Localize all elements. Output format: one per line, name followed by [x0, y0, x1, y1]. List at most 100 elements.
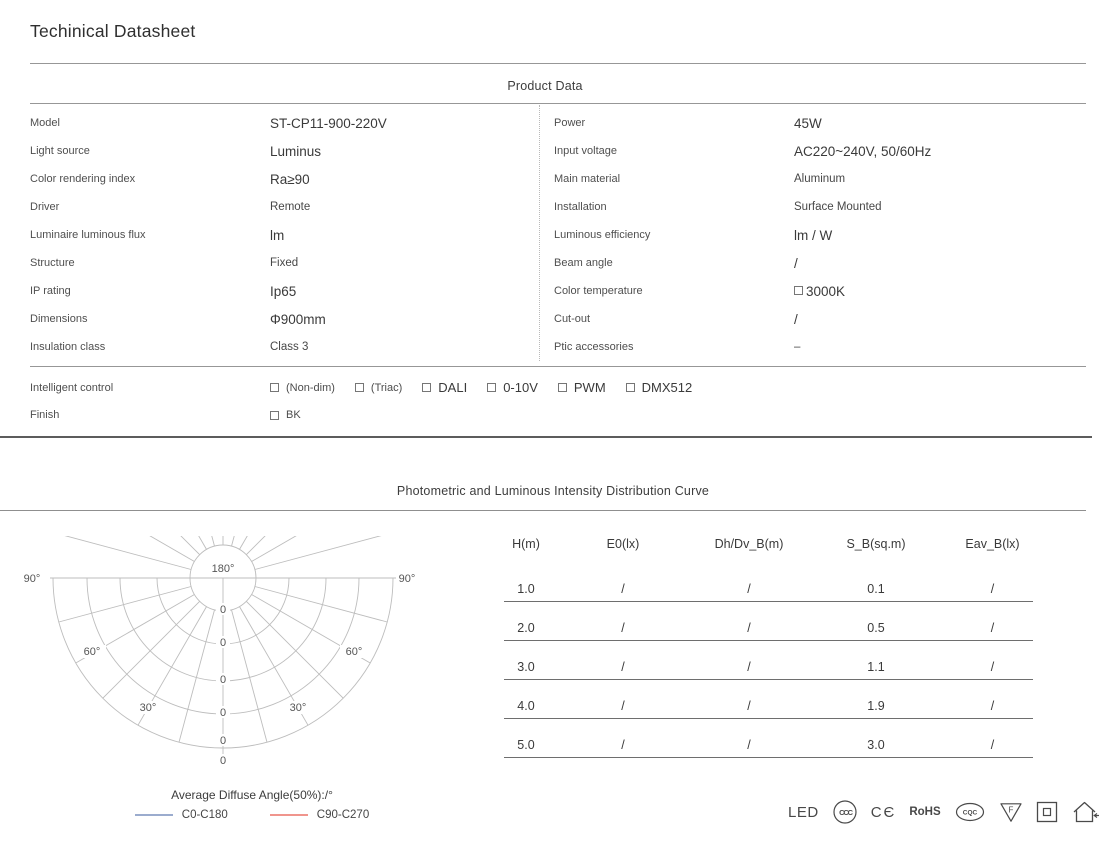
spec-row: Driver Remote — [30, 193, 539, 221]
checkbox-icon — [794, 286, 803, 295]
spec-label: Luminous efficiency — [554, 229, 794, 241]
spec-value: – — [794, 341, 800, 353]
table-cell: / — [698, 660, 800, 674]
table-cell: / — [548, 699, 698, 713]
f-mark-icon: F — [999, 802, 1023, 823]
column-header: E0(lx) — [548, 537, 698, 563]
axis-zero-label: 0 — [220, 604, 226, 616]
table-row: 1.0//0.1/ — [504, 563, 1033, 602]
spec-row: Ptic accessories – — [554, 333, 1086, 361]
angle-label-30-left: 30° — [140, 702, 157, 714]
spec-value: lm / W — [794, 228, 832, 243]
checkbox-icon — [270, 383, 279, 392]
axis-zero-label: 0 — [220, 735, 226, 747]
spec-value: Remote — [270, 201, 310, 213]
divider — [0, 510, 1086, 511]
checkbox-icon — [422, 383, 431, 392]
table-cell: 1.0 — [504, 582, 548, 596]
spec-value: Ra≥90 — [270, 172, 310, 187]
section-divider — [0, 436, 1092, 438]
spec-row: Structure Fixed — [30, 249, 539, 277]
spec-row: Main material Aluminum — [554, 165, 1086, 193]
control-row: Intelligent control (Non-dim) (Triac) DA… — [30, 374, 1086, 402]
option: PWM — [558, 380, 606, 395]
certification-marks: LED CCC CЄ RoHS CQC F — [788, 799, 1100, 825]
spec-value: ST-CP11-900-220V — [270, 116, 387, 131]
product-data-table: Model ST-CP11-900-220V Light source Lumi… — [30, 105, 1086, 361]
axis-zero-label: 0 — [220, 707, 226, 719]
table-row: 4.0//1.9/ — [504, 680, 1033, 719]
spec-value: Luminus — [270, 144, 321, 159]
option: (Triac) — [355, 382, 402, 394]
table-cell: 3.0 — [800, 738, 952, 752]
table-cell: / — [952, 660, 1033, 674]
spec-label: Driver — [30, 201, 270, 213]
ccc-mark-icon: CCC — [832, 799, 858, 825]
table-cell: 4.0 — [504, 699, 548, 713]
spec-row: Beam angle / — [554, 249, 1086, 277]
spec-row: Light source Luminus — [30, 137, 539, 165]
spec-row: Luminous efficiency lm / W — [554, 221, 1086, 249]
axis-zero-label: 0 — [220, 637, 226, 649]
spec-label: Power — [554, 117, 794, 129]
spec-value: Class 3 — [270, 341, 308, 353]
spec-label: Dimensions — [30, 313, 270, 325]
column-header: S_B(sq.m) — [800, 537, 952, 563]
table-cell: / — [548, 660, 698, 674]
table-cell: / — [698, 699, 800, 713]
column-header: Dh/Dv_B(m) — [698, 537, 800, 563]
option: DMX512 — [626, 380, 693, 395]
control-row: Finish BK — [30, 402, 1086, 430]
divider — [30, 366, 1086, 367]
divider — [30, 63, 1086, 64]
led-label: LED — [788, 804, 819, 821]
options: BK — [270, 409, 301, 421]
table-cell: / — [698, 738, 800, 752]
chart-caption: Average Diffuse Angle(50%):/° — [10, 788, 462, 802]
cqc-label: CQC — [962, 810, 977, 817]
legend-item: C0-C180 — [135, 809, 228, 821]
spec-value: Aluminum — [794, 173, 845, 185]
polar-distribution-chart: 180°90°90°60°60°30°30°000000 — [10, 536, 430, 782]
column-header: H(m) — [504, 537, 548, 563]
legend-item: C90-C270 — [270, 809, 369, 821]
spec-value: 45W — [794, 116, 822, 131]
checkbox-icon — [355, 383, 364, 392]
legend-label: C0-C180 — [182, 809, 228, 821]
spec-row: Installation Surface Mounted — [554, 193, 1086, 221]
legend-line-icon — [270, 814, 308, 816]
house-mark-icon — [1071, 799, 1100, 825]
spec-row: Color rendering index Ra≥90 — [30, 165, 539, 193]
table-cell: / — [548, 621, 698, 635]
table-cell: 0.1 — [800, 582, 952, 596]
table-cell: / — [698, 621, 800, 635]
angle-label-180: 180° — [212, 563, 235, 575]
spec-row: Insulation class Class 3 — [30, 333, 539, 361]
checkbox-icon — [270, 411, 279, 420]
spec-value: Fixed — [270, 257, 298, 269]
product-right-column: Power 45W Input voltage AC220~240V, 50/6… — [539, 105, 1086, 361]
spec-value: AC220~240V, 50/60Hz — [794, 144, 931, 159]
control-label: Intelligent control — [30, 382, 270, 394]
spec-row: Color temperature 3000K — [554, 277, 1086, 305]
ce-mark-icon: CЄ — [871, 804, 897, 821]
table-cell: 1.9 — [800, 699, 952, 713]
divider — [30, 103, 1086, 104]
table-cell: 0.5 — [800, 621, 952, 635]
spec-label: Light source — [30, 145, 270, 157]
angle-label-90-left: 90° — [24, 573, 41, 585]
spec-row: Model ST-CP11-900-220V — [30, 109, 539, 137]
checkbox-icon — [558, 383, 567, 392]
spec-label: IP rating — [30, 285, 270, 297]
spec-label: Luminaire luminous flux — [30, 229, 270, 241]
table-row: 3.0//1.1/ — [504, 641, 1033, 680]
spec-label: Input voltage — [554, 145, 794, 157]
spec-value: Ip65 — [270, 284, 296, 299]
control-label: Finish — [30, 409, 270, 421]
table-cell: 1.1 — [800, 660, 952, 674]
table-row: 2.0//0.5/ — [504, 602, 1033, 641]
legend-line-icon — [135, 814, 173, 816]
chart-legend: C0-C180 C90-C270 — [10, 809, 462, 821]
table-cell: / — [952, 699, 1033, 713]
option: BK — [270, 409, 301, 421]
